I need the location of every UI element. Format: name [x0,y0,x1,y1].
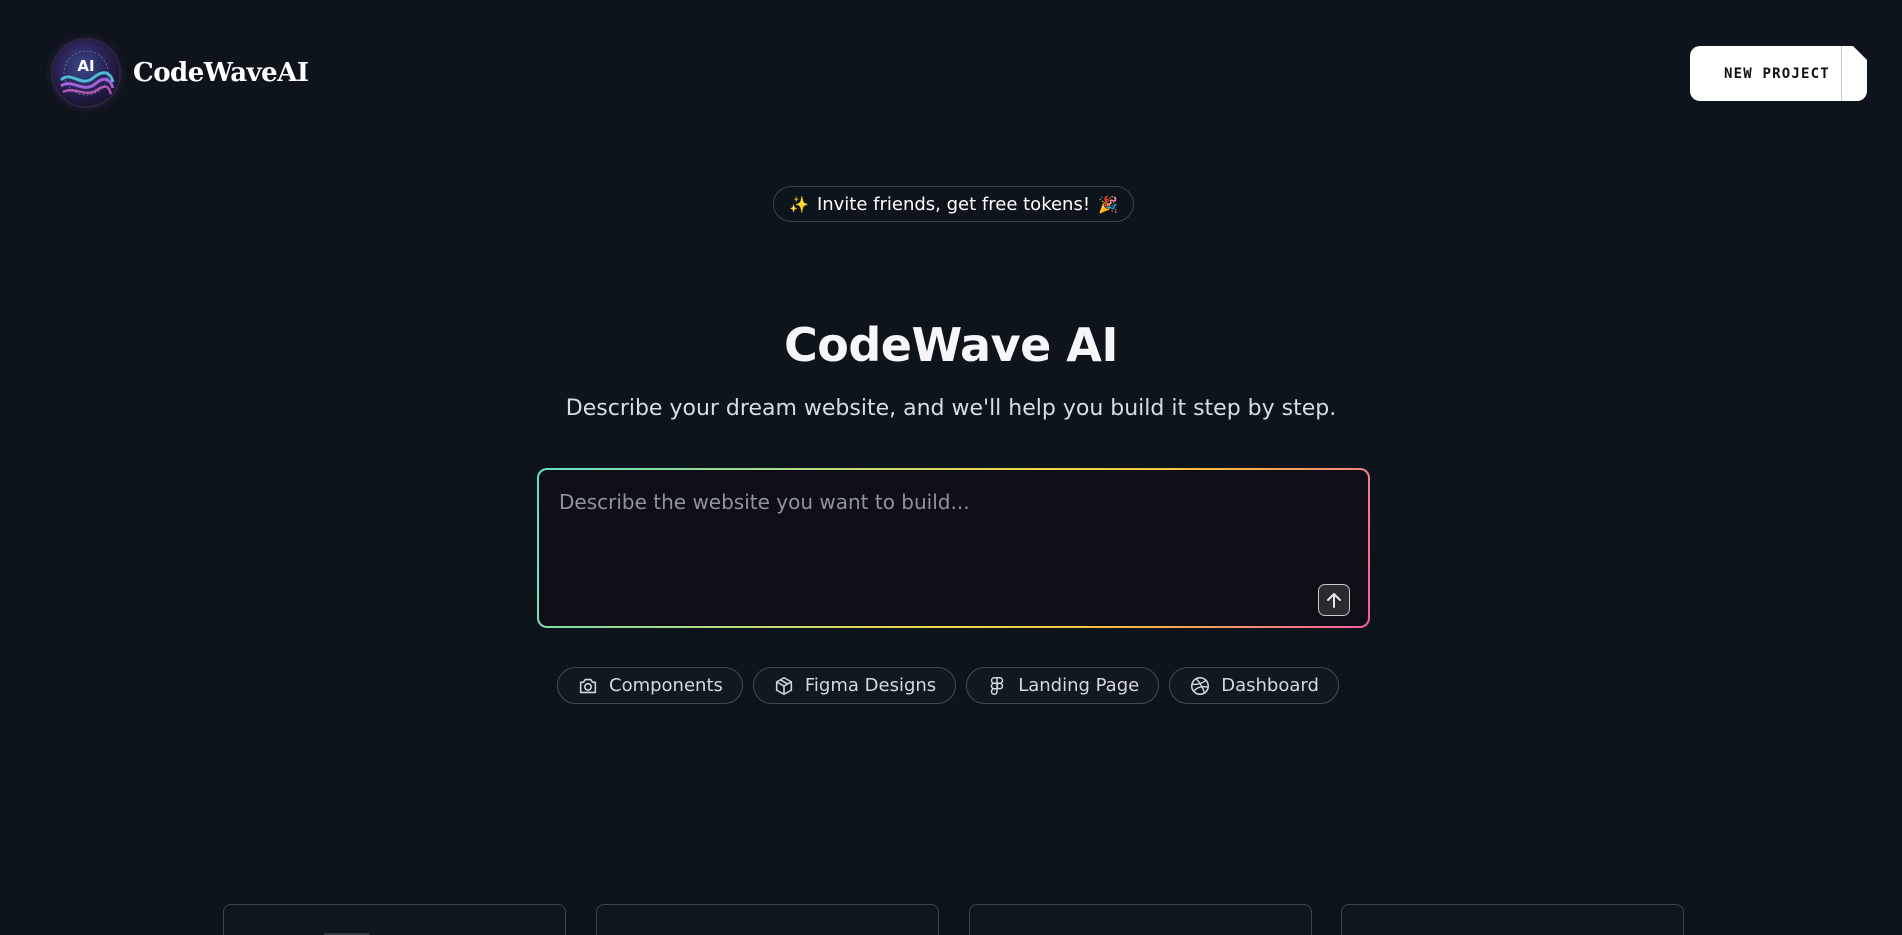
wave-logo-icon: AI [59,50,115,96]
new-project-label: NEW PROJECT [1724,65,1830,82]
package-icon [775,676,793,695]
chip-label: Components [609,675,723,696]
new-project-button[interactable]: NEW PROJECT [1690,46,1867,101]
logo-image: AI [53,40,119,106]
prompt-input[interactable] [539,470,1368,626]
chip-components[interactable]: Components [557,667,743,704]
chip-landing-page[interactable]: Landing Page [966,667,1160,704]
prompt-box [537,468,1370,628]
page-title: CodeWave AI [783,318,1119,372]
chip-label: Dashboard [1221,675,1319,696]
chip-label: Landing Page [1018,675,1140,696]
arrow-up-icon [1327,593,1341,608]
template-card[interactable] [969,904,1312,935]
sparkles-icon: ✨ [789,194,809,214]
page-subtitle: Describe your dream website, and we'll h… [565,396,1337,421]
invite-text: Invite friends, get free tokens! [816,193,1091,215]
send-button[interactable] [1318,584,1350,616]
page: AI CodeWaveAI NEW PROJECT ✨ Invite frien… [0,0,1902,935]
invite-banner[interactable]: ✨ Invite friends, get free tokens! 🎉 [773,186,1134,222]
chip-figma-designs[interactable]: Figma Designs [752,667,957,704]
figma-icon [990,676,1004,695]
camera-icon [579,678,597,693]
brand-name: CodeWaveAI [133,58,309,88]
template-card[interactable] [1341,904,1684,935]
template-card[interactable] [223,904,566,935]
chip-label: Figma Designs [804,675,937,696]
party-popper-icon: 🎉 [1098,194,1118,214]
button-fold-decoration [1841,46,1867,101]
suggestion-chips: Components Figma Designs Landing Page Da… [557,667,1339,704]
dribbble-icon [1191,676,1210,695]
chip-dashboard[interactable]: Dashboard [1169,667,1339,704]
brand[interactable]: AI CodeWaveAI [53,40,309,106]
template-card[interactable] [596,904,939,935]
logo-text: AI [77,57,94,75]
prompt-inner [539,470,1368,626]
